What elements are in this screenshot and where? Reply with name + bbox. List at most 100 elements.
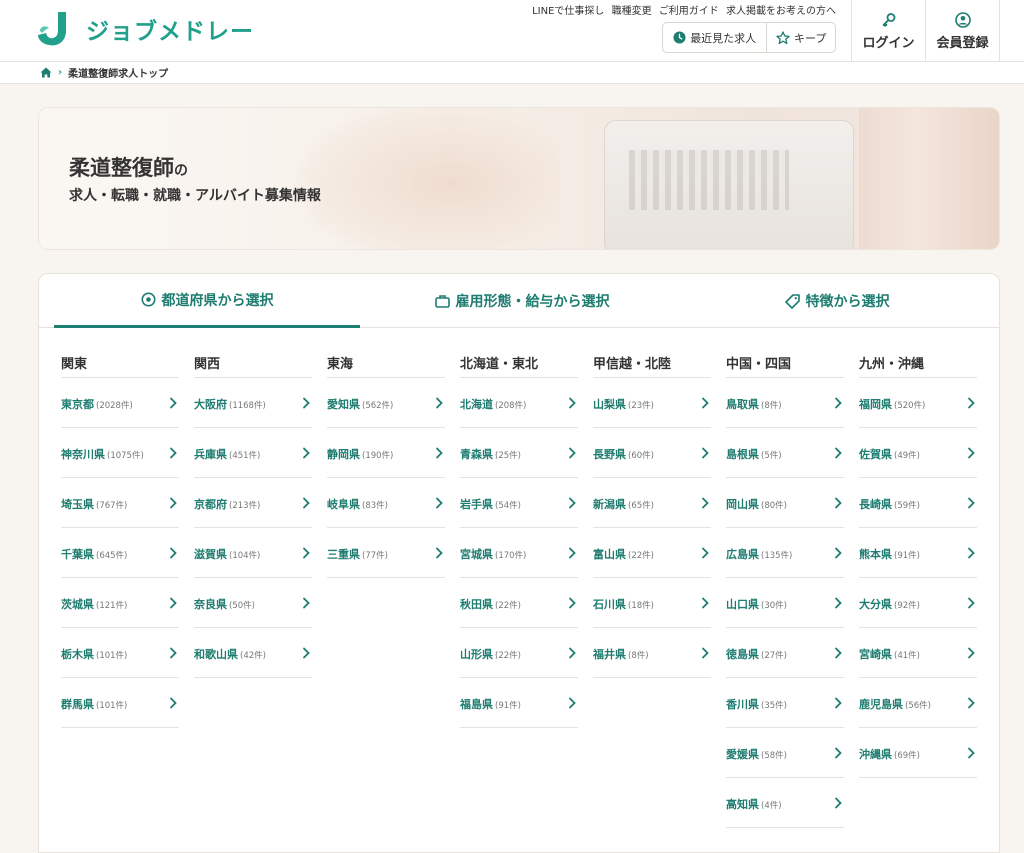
job-count: (42件) bbox=[240, 651, 266, 661]
prefecture-link[interactable]: 長野県 (60件) bbox=[593, 428, 711, 478]
site-logo[interactable]: ジョブメドレー bbox=[36, 9, 254, 49]
prefecture-link[interactable]: 宮崎県 (41件) bbox=[859, 628, 977, 678]
prefecture-link[interactable]: 島根県 (5件) bbox=[726, 428, 844, 478]
prefecture-link[interactable]: 宮城県 (170件) bbox=[460, 528, 578, 578]
prefecture-link[interactable]: 滋賀県 (104件) bbox=[194, 528, 312, 578]
region-title: 中国・四国 bbox=[726, 344, 844, 378]
prefecture-link[interactable]: 三重県 (77件) bbox=[327, 528, 445, 578]
prefecture-link[interactable]: 佐賀県 (49件) bbox=[859, 428, 977, 478]
prefecture-link[interactable]: 徳島県 (27件) bbox=[726, 628, 844, 678]
prefecture-link[interactable]: 埼玉県 (767件) bbox=[61, 478, 179, 528]
prefecture-link[interactable]: 沖縄県 (69件) bbox=[859, 728, 977, 778]
prefecture-link[interactable]: 広島県 (135件) bbox=[726, 528, 844, 578]
tab-features-label: 特徴から選択 bbox=[805, 294, 890, 310]
prefecture-link[interactable]: 愛媛県 (58件) bbox=[726, 728, 844, 778]
prefecture-label-group: 秋田県 (22件) bbox=[460, 593, 521, 612]
prefecture-name: 山梨県 bbox=[593, 398, 626, 411]
prefecture-link[interactable]: 香川県 (35件) bbox=[726, 678, 844, 728]
tab-employment[interactable]: 雇用形態・給与から選択 bbox=[369, 274, 675, 328]
prefecture-link[interactable]: 福井県 (8件) bbox=[593, 628, 711, 678]
job-count: (767件) bbox=[96, 501, 128, 511]
prefecture-label-group: 愛媛県 (58件) bbox=[726, 743, 787, 762]
tab-prefecture[interactable]: 都道府県から選択 bbox=[54, 274, 360, 328]
top-link-guide[interactable]: ご利用ガイド bbox=[659, 6, 719, 17]
top-link-change-job[interactable]: 職種変更 bbox=[612, 6, 652, 17]
prefecture-link[interactable]: 福岡県 (520件) bbox=[859, 378, 977, 428]
prefecture-link[interactable]: 岡山県 (80件) bbox=[726, 478, 844, 528]
prefecture-link[interactable]: 山口県 (30件) bbox=[726, 578, 844, 628]
job-count: (101件) bbox=[96, 701, 128, 711]
prefecture-link[interactable]: 栃木県 (101件) bbox=[61, 628, 179, 678]
prefecture-link[interactable]: 秋田県 (22件) bbox=[460, 578, 578, 628]
job-count: (8件) bbox=[628, 651, 649, 661]
home-icon[interactable] bbox=[40, 67, 52, 78]
prefecture-link[interactable]: 奈良県 (50件) bbox=[194, 578, 312, 628]
prefecture-link[interactable]: 京都府 (213件) bbox=[194, 478, 312, 528]
keep-button[interactable]: キープ bbox=[767, 23, 835, 52]
chevron-right-icon bbox=[569, 497, 576, 508]
prefecture-label-group: 宮崎県 (41件) bbox=[859, 643, 920, 662]
prefecture-label-group: 奈良県 (50件) bbox=[194, 593, 255, 612]
prefecture-link[interactable]: 岐阜県 (83件) bbox=[327, 478, 445, 528]
prefecture-link[interactable]: 熊本県 (91件) bbox=[859, 528, 977, 578]
prefecture-link[interactable]: 岩手県 (54件) bbox=[460, 478, 578, 528]
chevron-right-icon bbox=[968, 397, 975, 408]
top-link-line[interactable]: LINEで仕事探し bbox=[532, 6, 604, 17]
prefecture-link[interactable]: 新潟県 (65件) bbox=[593, 478, 711, 528]
prefecture-name: 茨城県 bbox=[61, 598, 94, 611]
login-label: ログイン bbox=[862, 35, 915, 51]
prefecture-link[interactable]: 千葉県 (645件) bbox=[61, 528, 179, 578]
prefecture-label-group: 滋賀県 (104件) bbox=[194, 543, 260, 562]
chevron-right-icon bbox=[968, 497, 975, 508]
job-count: (170件) bbox=[495, 551, 527, 561]
prefecture-label-group: 兵庫県 (451件) bbox=[194, 443, 260, 462]
chevron-right-icon bbox=[835, 547, 842, 558]
prefecture-label-group: 山口県 (30件) bbox=[726, 593, 787, 612]
recent-jobs-button[interactable]: 最近見た求人 bbox=[663, 23, 768, 52]
prefecture-name: 長崎県 bbox=[859, 498, 892, 511]
register-button[interactable]: 会員登録 bbox=[925, 0, 1000, 62]
prefecture-link[interactable]: 山梨県 (23件) bbox=[593, 378, 711, 428]
chevron-right-icon bbox=[835, 797, 842, 808]
prefecture-link[interactable]: 和歌山県 (42件) bbox=[194, 628, 312, 678]
tab-features[interactable]: 特徴から選択 bbox=[684, 274, 990, 328]
prefecture-link[interactable]: 長崎県 (59件) bbox=[859, 478, 977, 528]
prefecture-link[interactable]: 茨城県 (121件) bbox=[61, 578, 179, 628]
job-count: (91件) bbox=[894, 551, 920, 561]
prefecture-link[interactable]: 静岡県 (190件) bbox=[327, 428, 445, 478]
prefecture-link[interactable]: 鹿児島県 (56件) bbox=[859, 678, 977, 728]
prefecture-link[interactable]: 愛知県 (562件) bbox=[327, 378, 445, 428]
prefecture-link[interactable]: 大阪府 (1168件) bbox=[194, 378, 312, 428]
prefecture-link[interactable]: 青森県 (25件) bbox=[460, 428, 578, 478]
prefecture-name: 大分県 bbox=[859, 598, 892, 611]
prefecture-link[interactable]: 石川県 (18件) bbox=[593, 578, 711, 628]
chevron-right-icon bbox=[835, 497, 842, 508]
job-count: (1168件) bbox=[229, 401, 266, 411]
prefecture-link[interactable]: 東京都 (2028件) bbox=[61, 378, 179, 428]
prefecture-label-group: 岐阜県 (83件) bbox=[327, 493, 388, 512]
prefecture-link[interactable]: 神奈川県 (1075件) bbox=[61, 428, 179, 478]
breadcrumb-current: 柔道整復師求人トップ bbox=[68, 69, 169, 80]
chevron-right-icon bbox=[968, 697, 975, 708]
prefecture-name: 秋田県 bbox=[460, 598, 493, 611]
prefecture-link[interactable]: 鳥取県 (8件) bbox=[726, 378, 844, 428]
prefecture-name: 大阪府 bbox=[194, 398, 227, 411]
prefecture-label-group: 長崎県 (59件) bbox=[859, 493, 920, 512]
prefecture-link[interactable]: 大分県 (92件) bbox=[859, 578, 977, 628]
top-link-employers[interactable]: 求人掲載をお考えの方へ bbox=[726, 6, 836, 17]
region-title: 北海道・東北 bbox=[460, 344, 578, 378]
prefecture-link[interactable]: 北海道 (208件) bbox=[460, 378, 578, 428]
prefecture-link[interactable]: 福島県 (91件) bbox=[460, 678, 578, 728]
prefecture-name: 石川県 bbox=[593, 598, 626, 611]
prefecture-name: 熊本県 bbox=[859, 548, 892, 561]
job-count: (451件) bbox=[229, 451, 261, 461]
login-button[interactable]: ログイン bbox=[851, 0, 925, 62]
prefecture-link[interactable]: 富山県 (22件) bbox=[593, 528, 711, 578]
region-title: 甲信越・北陸 bbox=[593, 344, 711, 378]
job-count: (77件) bbox=[362, 551, 388, 561]
prefecture-link[interactable]: 群馬県 (101件) bbox=[61, 678, 179, 728]
job-count: (69件) bbox=[894, 751, 920, 761]
prefecture-link[interactable]: 兵庫県 (451件) bbox=[194, 428, 312, 478]
prefecture-link[interactable]: 高知県 (4件) bbox=[726, 778, 844, 828]
prefecture-link[interactable]: 山形県 (22件) bbox=[460, 628, 578, 678]
